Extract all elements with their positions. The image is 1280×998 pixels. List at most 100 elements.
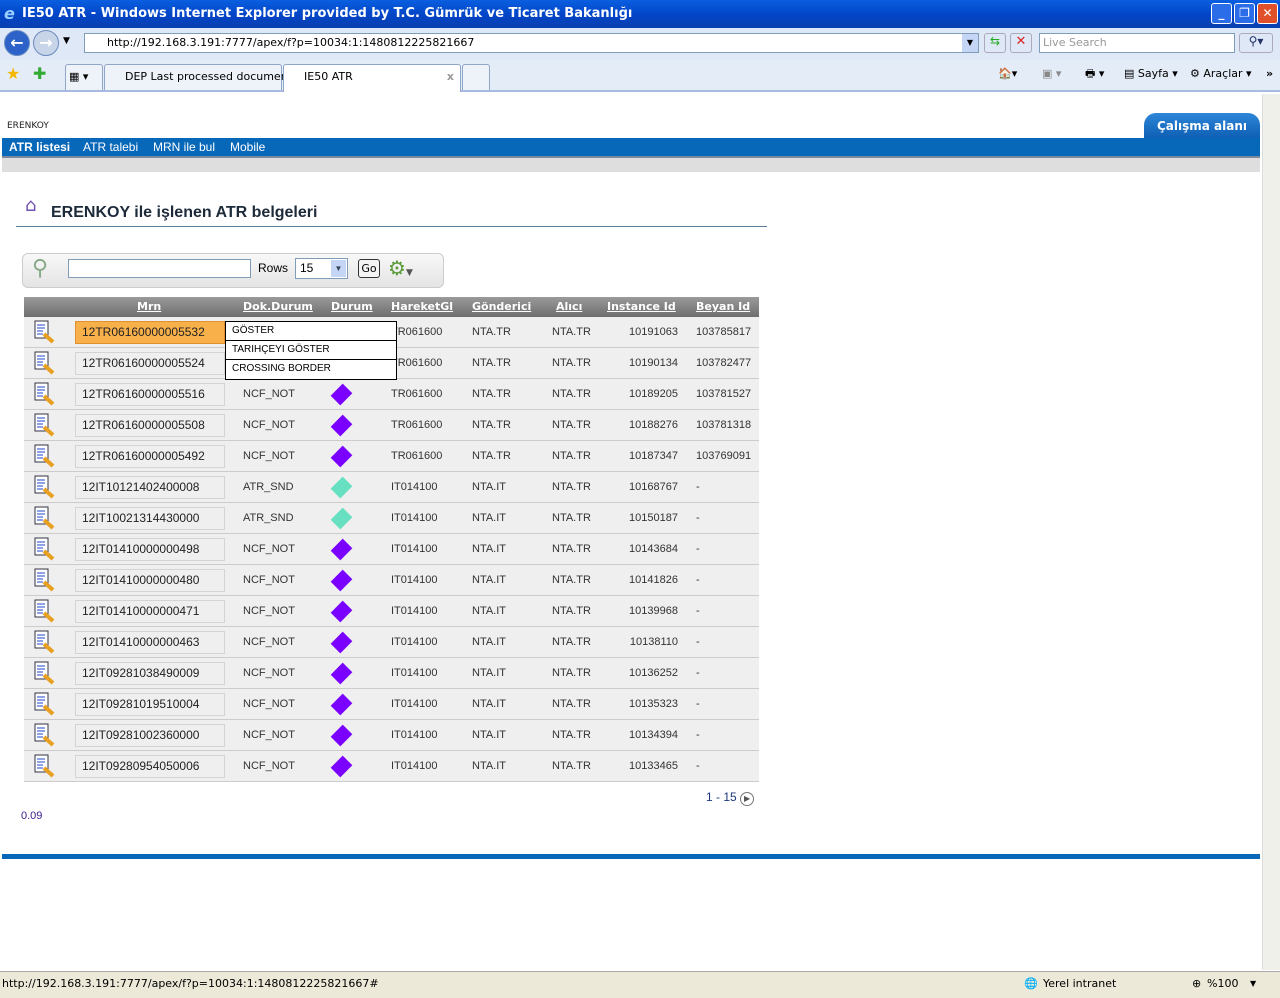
mrn-link[interactable]: 12TR06160000005524 xyxy=(75,352,225,375)
gonderici: NTA.IT xyxy=(472,605,507,617)
edit-document-icon[interactable] xyxy=(32,444,56,468)
instance-id: 10139968 xyxy=(629,605,678,617)
col-durum[interactable]: Durum xyxy=(331,297,373,317)
table-row: 12IT01410000000480 NCF_NOT IT014100 NTA.… xyxy=(24,565,759,596)
refresh-icon[interactable]: ⇆ xyxy=(984,33,1006,53)
col-dok-durum[interactable]: Dok.Durum xyxy=(243,297,313,317)
vertical-scrollbar[interactable] xyxy=(1262,94,1280,970)
table-row: 12IT09280954050006 NCF_NOT IT014100 NTA.… xyxy=(24,751,759,782)
beyan-id: - xyxy=(696,481,700,493)
table-row: 12IT01410000000498 NCF_NOT IT014100 NTA.… xyxy=(24,534,759,565)
report-search-input[interactable] xyxy=(68,259,251,278)
edit-document-icon[interactable] xyxy=(32,475,56,499)
search-icon[interactable]: ⚲▾ xyxy=(1239,33,1273,53)
instance-id: 10190134 xyxy=(629,357,678,369)
gonderici: NTA.TR xyxy=(472,326,511,338)
mrn-link[interactable]: 12TR06160000005516 xyxy=(75,383,225,406)
forward-button[interactable]: → xyxy=(33,30,59,56)
gonderici: NTA.TR xyxy=(472,388,511,400)
mrn-link[interactable]: 12IT09281019510004 xyxy=(75,693,225,716)
table-header: Mrn Dok.Durum Durum HareketGl Gönderici … xyxy=(24,297,759,317)
col-mrn[interactable]: Mrn xyxy=(137,297,161,317)
col-gonderici[interactable]: Gönderici xyxy=(472,297,531,317)
mrn-link[interactable]: 12TR06160000005532 xyxy=(75,321,225,344)
go-button[interactable]: Go xyxy=(358,259,380,278)
history-dropdown-icon[interactable]: ▼ xyxy=(63,36,70,46)
mrn-link[interactable]: 12IT01410000000480 xyxy=(75,569,225,592)
hareket: IT014100 xyxy=(391,481,438,493)
edit-document-icon[interactable] xyxy=(32,351,56,375)
mrn-link[interactable]: 12IT10121402400008 xyxy=(75,476,225,499)
edit-document-icon[interactable] xyxy=(32,568,56,592)
tools-menu[interactable]: ⚙ Araçlar ▾ xyxy=(1190,64,1252,84)
edit-document-icon[interactable] xyxy=(32,723,56,747)
mrn-link[interactable]: 12IT01410000000471 xyxy=(75,600,225,623)
edit-document-icon[interactable] xyxy=(32,320,56,344)
mrn-link[interactable]: 12IT09280954050006 xyxy=(75,755,225,778)
col-beyan-id[interactable]: Beyan Id xyxy=(696,297,750,317)
feeds-icon[interactable]: ▣ ▾ xyxy=(1042,64,1061,84)
edit-document-icon[interactable] xyxy=(32,413,56,437)
print-icon[interactable]: 🖶 ▾ xyxy=(1085,64,1104,84)
table-row: 12TR06160000005508 NCF_NOT TR061600 NTA.… xyxy=(24,410,759,441)
tab-dep-last-processed[interactable]: DEP Last processed documents xyxy=(104,64,298,90)
workspace-tab[interactable]: Çalışma alanı xyxy=(1144,113,1260,141)
menu-atr-talebi[interactable]: ATR talebi xyxy=(83,138,138,156)
edit-document-icon[interactable] xyxy=(32,630,56,654)
page-menu[interactable]: ▤ Sayfa ▾ xyxy=(1124,64,1178,84)
rows-select[interactable]: 15 ▼ xyxy=(295,258,348,279)
col-instance-id[interactable]: Instance Id xyxy=(607,297,676,317)
mrn-link[interactable]: 12IT09281002360000 xyxy=(75,724,225,747)
live-search-input[interactable]: Live Search xyxy=(1039,33,1235,53)
new-tab-button[interactable] xyxy=(462,64,490,90)
favorites-star-icon[interactable]: ★ xyxy=(6,64,20,83)
stop-icon[interactable]: ✕ xyxy=(1010,33,1032,53)
mrn-link[interactable]: 12IT09281038490009 xyxy=(75,662,225,685)
zoom-dropdown-icon[interactable]: ▼ xyxy=(1250,972,1256,996)
menu-item-tarihce-goster[interactable]: TARIHÇEYI GÖSTER xyxy=(226,341,396,360)
table-row: 12TR06160000005492 NCF_NOT TR061600 NTA.… xyxy=(24,441,759,472)
minimize-button[interactable]: _ xyxy=(1211,3,1232,24)
menu-item-crossing-border[interactable]: CROSSING BORDER xyxy=(226,360,396,379)
menu-item-goster[interactable]: GÖSTER xyxy=(226,322,396,341)
col-hareket[interactable]: HareketGl xyxy=(391,297,453,317)
edit-document-icon[interactable] xyxy=(32,599,56,623)
status-diamond-icon xyxy=(330,569,353,592)
mrn-link[interactable]: 12TR06160000005508 xyxy=(75,414,225,437)
close-tab-icon[interactable]: x xyxy=(447,65,454,89)
more-chevron-icon[interactable]: » xyxy=(1266,64,1273,84)
edit-document-icon[interactable] xyxy=(32,661,56,685)
mrn-link[interactable]: 12TR06160000005492 xyxy=(75,445,225,468)
back-button[interactable]: ← xyxy=(4,30,30,56)
menu-mrn-ile-bul[interactable]: MRN ile bul xyxy=(153,138,215,156)
table-row: 12IT01410000000471 NCF_NOT IT014100 NTA.… xyxy=(24,596,759,627)
search-magnifier-icon[interactable]: ⚲ xyxy=(32,256,48,281)
edit-document-icon[interactable] xyxy=(32,692,56,716)
tab-label: DEP Last processed documents xyxy=(125,70,298,83)
close-window-button[interactable]: ✕ xyxy=(1257,3,1278,24)
mrn-link[interactable]: 12IT10021314430000 xyxy=(75,507,225,530)
edit-document-icon[interactable] xyxy=(32,537,56,561)
tab-ie50-atr[interactable]: IE50 ATR x xyxy=(283,64,461,92)
mrn-link[interactable]: 12IT01410000000498 xyxy=(75,538,225,561)
zoom-level[interactable]: %100 xyxy=(1207,972,1238,996)
address-bar[interactable]: http://192.168.3.191:7777/apex/f?p=10034… xyxy=(84,33,979,53)
dok-durum: NCF_NOT xyxy=(243,605,295,617)
edit-document-icon[interactable] xyxy=(32,382,56,406)
mrn-link[interactable]: 12IT01410000000463 xyxy=(75,631,225,654)
quick-tabs-icon[interactable]: ▦ ▾ xyxy=(65,64,103,90)
edit-document-icon[interactable] xyxy=(32,506,56,530)
menu-mobile[interactable]: Mobile xyxy=(230,138,265,156)
table-row: 12IT09281002360000 NCF_NOT IT014100 NTA.… xyxy=(24,720,759,751)
instance-id: 10191063 xyxy=(629,326,678,338)
address-dropdown-icon[interactable]: ▼ xyxy=(962,34,978,52)
edit-document-icon[interactable] xyxy=(32,754,56,778)
actions-gear-icon[interactable]: ⚙▼ xyxy=(388,256,413,280)
col-alici[interactable]: Alıcı xyxy=(556,297,582,317)
menu-atr-listesi[interactable]: ATR listesi xyxy=(9,138,70,156)
next-page-icon[interactable]: ▶ xyxy=(740,792,755,806)
home-icon[interactable]: 🏠▾ xyxy=(998,64,1017,84)
zoom-icon[interactable]: ⊕ xyxy=(1192,972,1201,996)
maximize-button[interactable]: ❐ xyxy=(1234,3,1255,24)
add-favorites-icon[interactable]: ✚ xyxy=(33,64,46,83)
